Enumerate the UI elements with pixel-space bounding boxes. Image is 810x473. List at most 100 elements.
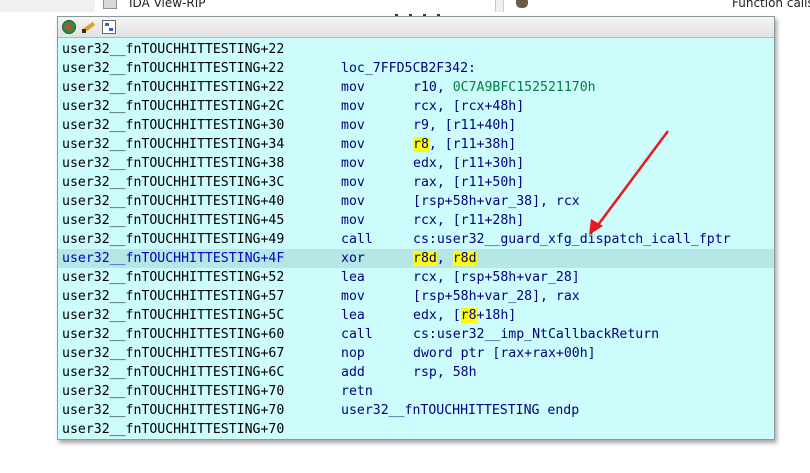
row-address[interactable]: user32__fnTOUCHHITTESTING+45: [62, 211, 284, 230]
row-mnemonic: lea: [341, 308, 365, 323]
disassembly-listing[interactable]: user32__fnTOUCHHITTESTING+22 user32__fnTO…: [58, 40, 774, 439]
highlighted-operand[interactable]: r8: [413, 137, 429, 152]
row-operands[interactable]: edx, [r11+30h]: [413, 154, 524, 173]
row-address[interactable]: user32__fnTOUCHHITTESTING+67: [62, 344, 284, 363]
disasm-row[interactable]: user32__fnTOUCHHITTESTING+67 nop dword ptr…: [58, 344, 774, 363]
row-operands[interactable]: cs:user32__imp_NtCallbackReturn: [413, 325, 659, 344]
row-address[interactable]: user32__fnTOUCHHITTESTING+70: [62, 420, 284, 439]
row-operands[interactable]: [rsp+58h+var_28], rax: [413, 287, 580, 306]
row-mnemonic: call: [341, 327, 373, 342]
top-tab-strip: IDA View-RIP ✕ Function calls: us: [0, 0, 810, 12]
row-label[interactable]: loc_7FFD5CB2F342:: [341, 59, 476, 78]
disasm-row[interactable]: user32__fnTOUCHHITTESTING+70 retn: [58, 382, 774, 401]
tab-ida-view[interactable]: IDA View-RIP ✕: [95, 0, 583, 12]
row-operands[interactable]: rcx, [rsp+58h+var_28]: [413, 268, 580, 287]
row-address[interactable]: user32__fnTOUCHHITTESTING+30: [62, 116, 284, 135]
disassembly-hint-popup[interactable]: user32__fnTOUCHHITTESTING+22 user32__fnTO…: [57, 16, 775, 440]
row-address[interactable]: user32__fnTOUCHHITTESTING+22: [62, 40, 284, 59]
row-mnemonic: mov: [341, 156, 365, 171]
row-address[interactable]: user32__fnTOUCHHITTESTING+4F: [62, 249, 284, 268]
operand-text: , [r11+38h]: [428, 137, 517, 152]
disasm-row[interactable]: user32__fnTOUCHHITTESTING+22: [58, 40, 774, 59]
tab-function-calls-title: Function calls: us: [732, 0, 810, 10]
row-operands[interactable]: rax, [r11+50h]: [413, 173, 524, 192]
row-operands[interactable]: rsp, 58h: [413, 363, 477, 382]
row-address[interactable]: user32__fnTOUCHHITTESTING+70: [62, 401, 284, 420]
sync-icon[interactable]: [62, 20, 76, 34]
row-operands[interactable]: r8, [r11+38h]: [413, 135, 516, 154]
row-address[interactable]: user32__fnTOUCHHITTESTING+70: [62, 382, 284, 401]
operand-text: rcx, [rsp+58h+var_28]: [413, 270, 580, 285]
row-mnemonic: mov: [341, 175, 365, 190]
disasm-row[interactable]: user32__fnTOUCHHITTESTING+34 mov r8, [r11+…: [58, 135, 774, 154]
disasm-row[interactable]: user32__fnTOUCHHITTESTING+22 loc_7FFD5CB2…: [58, 59, 774, 78]
row-address[interactable]: user32__fnTOUCHHITTESTING+22: [62, 78, 284, 97]
row-operands[interactable]: cs:user32__guard_xfg_dispatch_icall_fptr: [413, 230, 731, 249]
operand-text: dword ptr [rax+rax+00h]: [413, 346, 596, 361]
operand-text: rsp, 58h: [413, 365, 477, 380]
operand-text: rcx, [r11+28h]: [413, 213, 525, 228]
disasm-row[interactable]: user32__fnTOUCHHITTESTING+5C lea edx, [r8+…: [58, 306, 774, 325]
graph-icon[interactable]: [102, 20, 116, 34]
operand-text: rax, [r11+50h]: [413, 175, 525, 190]
row-operands[interactable]: edx, [r8+18h]: [413, 306, 516, 325]
row-operands[interactable]: [rsp+58h+var_38], rcx: [413, 192, 580, 211]
disasm-row[interactable]: user32__fnTOUCHHITTESTING+70 user32__fnTO…: [58, 401, 774, 420]
tab-ida-view-title: IDA View-RIP: [129, 0, 206, 10]
highlighted-operand[interactable]: r8d: [452, 251, 477, 266]
highlighted-operand[interactable]: r8: [460, 308, 477, 323]
disasm-row[interactable]: user32__fnTOUCHHITTESTING+57 mov [rsp+58h+…: [58, 287, 774, 306]
disasm-row[interactable]: user32__fnTOUCHHITTESTING+49 call cs:user3…: [58, 230, 774, 249]
disasm-row[interactable]: user32__fnTOUCHHITTESTING+52 lea rcx, [rsp…: [58, 268, 774, 287]
operand-text: [rsp+58h+var_38], rcx: [413, 194, 580, 209]
row-mnemonic: mov: [341, 80, 365, 95]
disasm-row[interactable]: user32__fnTOUCHHITTESTING+70: [58, 420, 774, 439]
row-label[interactable]: user32__fnTOUCHHITTESTING endp: [341, 401, 579, 420]
bug-icon: [516, 0, 528, 8]
highlighted-operand[interactable]: r8d: [413, 251, 437, 266]
row-operands[interactable]: dword ptr [rax+rax+00h]: [413, 344, 596, 363]
row-address[interactable]: user32__fnTOUCHHITTESTING+40: [62, 192, 284, 211]
row-operands[interactable]: r8d, r8d: [413, 249, 477, 268]
row-address[interactable]: user32__fnTOUCHHITTESTING+60: [62, 325, 284, 344]
row-address[interactable]: user32__fnTOUCHHITTESTING+5C: [62, 306, 284, 325]
row-mnemonic: mov: [341, 194, 365, 209]
row-address[interactable]: user32__fnTOUCHHITTESTING+34: [62, 135, 284, 154]
row-mnemonic: xor: [341, 251, 365, 266]
row-address[interactable]: user32__fnTOUCHHITTESTING+22: [62, 59, 284, 78]
row-operands[interactable]: r10, 0C7A9BFC152521170h: [413, 78, 596, 97]
row-mnemonic: mov: [341, 118, 365, 133]
disasm-row[interactable]: user32__fnTOUCHHITTESTING+38 mov edx, [r11…: [58, 154, 774, 173]
disasm-row[interactable]: user32__fnTOUCHHITTESTING+3C mov rax, [r11…: [58, 173, 774, 192]
operand-text: +18h]: [476, 308, 517, 323]
disasm-row[interactable]: user32__fnTOUCHHITTESTING+30 mov r9, [r11+…: [58, 116, 774, 135]
row-address[interactable]: user32__fnTOUCHHITTESTING+2C: [62, 97, 284, 116]
disasm-row[interactable]: user32__fnTOUCHHITTESTING+40 mov [rsp+58h+…: [58, 192, 774, 211]
ida-view-icon: [103, 0, 117, 9]
row-operands[interactable]: r9, [r11+40h]: [413, 116, 516, 135]
operand-text: ,: [436, 251, 453, 266]
row-address[interactable]: user32__fnTOUCHHITTESTING+49: [62, 230, 284, 249]
operand-text: rcx, [rcx+48h]: [413, 99, 525, 114]
disasm-row[interactable]: user32__fnTOUCHHITTESTING+22 mov r10, 0C7A…: [58, 78, 774, 97]
row-address[interactable]: user32__fnTOUCHHITTESTING+38: [62, 154, 284, 173]
disasm-row[interactable]: user32__fnTOUCHHITTESTING+6C add rsp, 58h: [58, 363, 774, 382]
operand-text: edx, [r11+30h]: [413, 156, 525, 171]
row-address[interactable]: user32__fnTOUCHHITTESTING+6C: [62, 363, 284, 382]
disasm-row[interactable]: user32__fnTOUCHHITTESTING+2C mov rcx, [rcx…: [58, 97, 774, 116]
row-address[interactable]: user32__fnTOUCHHITTESTING+52: [62, 268, 284, 287]
operand-text: r10,: [413, 80, 453, 95]
operand-text: cs:user32__guard_xfg_dispatch_icall_fptr: [413, 232, 731, 247]
row-operands[interactable]: rcx, [rcx+48h]: [413, 97, 524, 116]
operand-text: cs:user32__imp_NtCallbackReturn: [413, 327, 660, 342]
tab-function-calls[interactable]: Function calls: us: [503, 0, 810, 12]
row-mnemonic: add: [341, 365, 365, 380]
disasm-row[interactable]: user32__fnTOUCHHITTESTING+45 mov rcx, [r11…: [58, 211, 774, 230]
row-address[interactable]: user32__fnTOUCHHITTESTING+57: [62, 287, 284, 306]
row-operands[interactable]: rcx, [r11+28h]: [413, 211, 524, 230]
row-address[interactable]: user32__fnTOUCHHITTESTING+3C: [62, 173, 284, 192]
edit-icon[interactable]: [82, 20, 96, 34]
operand-text: [rsp+58h+var_28], rax: [413, 289, 580, 304]
disasm-row[interactable]: user32__fnTOUCHHITTESTING+60 call cs:user3…: [58, 325, 774, 344]
disasm-row-current[interactable]: user32__fnTOUCHHITTESTING+4F xor r8d, r8d: [58, 249, 774, 268]
